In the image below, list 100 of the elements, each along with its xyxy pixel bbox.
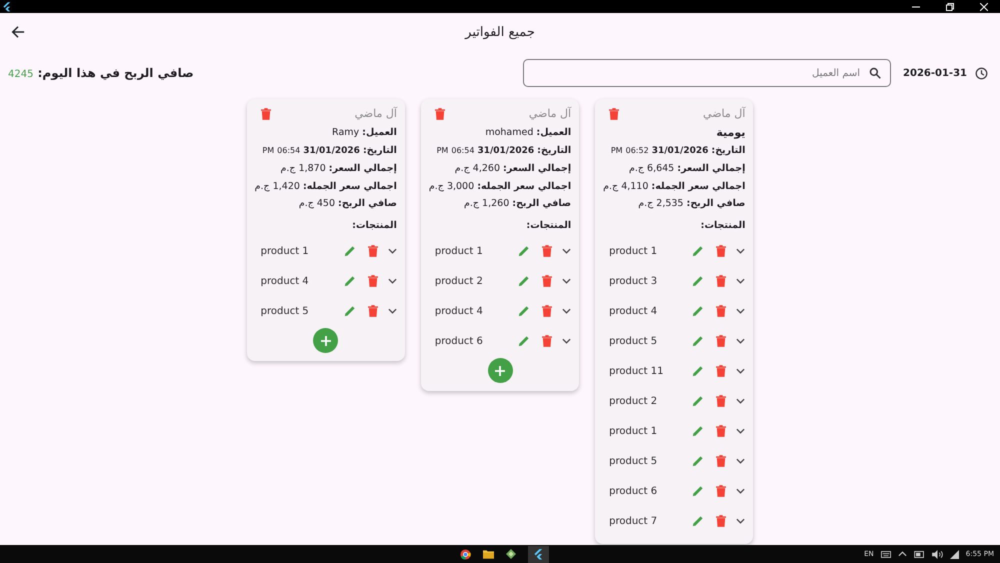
close-icon[interactable] — [980, 2, 988, 10]
shop-name: آل ماضي — [354, 107, 397, 120]
wholesale-price-text: اجمالي سعر الجمله: 1,420 ج.م — [254, 180, 397, 194]
delete-icon[interactable] — [716, 275, 726, 287]
customer-text: يومية — [716, 125, 746, 141]
chevron-down-icon[interactable] — [562, 338, 572, 344]
chevron-down-icon[interactable] — [736, 428, 746, 434]
delete-icon[interactable] — [260, 108, 271, 120]
chevron-down-icon[interactable] — [736, 338, 746, 344]
product-name[interactable]: product 5 — [609, 456, 658, 466]
pencil-icon[interactable] — [518, 335, 530, 347]
add-product-button[interactable] — [313, 328, 338, 353]
keyboard-icon[interactable] — [880, 550, 891, 558]
product-name[interactable]: product 1 — [609, 426, 658, 436]
chevron-down-icon[interactable] — [388, 278, 397, 284]
wholesale-price-text: اجمالي سعر الجمله: 3,000 ج.م — [428, 180, 572, 194]
product-name[interactable]: product 1 — [260, 246, 309, 256]
browser-icon[interactable] — [460, 548, 471, 560]
delete-icon[interactable] — [542, 245, 552, 257]
product-name[interactable]: product 4 — [609, 306, 658, 316]
delete-icon[interactable] — [716, 395, 726, 407]
delete-icon[interactable] — [542, 305, 552, 317]
pencil-icon[interactable] — [692, 515, 704, 527]
chevron-down-icon[interactable] — [736, 368, 746, 374]
profit-text: صافي الربح: 450 ج.م — [298, 197, 397, 211]
chevron-up-icon[interactable] — [898, 551, 907, 557]
delete-icon[interactable] — [609, 108, 620, 120]
total-price-text: إجمالي السعر: 1,870 ج.م — [280, 162, 397, 176]
chevron-down-icon[interactable] — [736, 248, 746, 254]
battery-icon[interactable] — [914, 550, 925, 558]
delete-icon[interactable] — [716, 245, 726, 257]
delete-icon[interactable] — [716, 425, 726, 437]
pencil-icon[interactable] — [692, 305, 704, 317]
add-product-button[interactable] — [488, 358, 513, 383]
chevron-down-icon[interactable] — [562, 248, 572, 254]
pencil-icon[interactable] — [518, 305, 530, 317]
pencil-icon[interactable] — [692, 335, 704, 347]
restore-icon[interactable] — [946, 2, 954, 10]
pencil-icon[interactable] — [692, 485, 704, 497]
chevron-down-icon[interactable] — [736, 398, 746, 404]
app-logo-icon[interactable] — [534, 548, 543, 560]
pencil-icon[interactable] — [344, 275, 356, 287]
date-label: 2026-01-31 — [903, 68, 967, 78]
pencil-icon[interactable] — [692, 395, 704, 407]
delete-icon[interactable] — [542, 335, 552, 347]
speaker-icon[interactable] — [932, 550, 943, 558]
product-name[interactable]: product 1 — [609, 246, 658, 256]
chevron-down-icon[interactable] — [388, 308, 397, 314]
delete-icon[interactable] — [368, 305, 378, 317]
pencil-icon[interactable] — [692, 275, 704, 287]
product-name[interactable]: product 6 — [609, 486, 658, 496]
product-name[interactable]: product 7 — [609, 516, 658, 526]
pencil-icon[interactable] — [692, 245, 704, 257]
plus-icon — [495, 366, 506, 376]
delete-icon[interactable] — [434, 108, 445, 120]
product-name[interactable]: product 1 — [434, 246, 483, 256]
search-field[interactable]: اسم العميل — [523, 59, 892, 87]
delete-icon[interactable] — [716, 305, 726, 317]
profit-text: صافي الربح: 2,535 ج.م — [638, 197, 746, 211]
pencil-icon[interactable] — [344, 245, 356, 257]
product-name[interactable]: product 11 — [609, 366, 664, 376]
product-name[interactable]: product 5 — [609, 336, 658, 346]
chevron-down-icon[interactable] — [736, 278, 746, 284]
chevron-down-icon[interactable] — [562, 278, 572, 284]
pencil-icon[interactable] — [692, 455, 704, 467]
delete-icon[interactable] — [542, 275, 552, 287]
pencil-icon[interactable] — [692, 365, 704, 377]
chevron-down-icon[interactable] — [736, 488, 746, 494]
chevron-down-icon[interactable] — [736, 458, 746, 464]
product-name[interactable]: product 4 — [260, 276, 309, 286]
pencil-icon[interactable] — [518, 245, 530, 257]
folder-icon[interactable] — [483, 549, 494, 559]
product-name[interactable]: product 2 — [434, 276, 483, 286]
chevron-down-icon[interactable] — [388, 248, 397, 254]
pencil-icon[interactable] — [518, 275, 530, 287]
plus-icon — [320, 336, 331, 346]
delete-icon[interactable] — [716, 485, 726, 497]
delete-icon[interactable] — [368, 245, 378, 257]
product-name[interactable]: product 2 — [609, 396, 658, 406]
back-arrow-icon[interactable] — [11, 25, 25, 39]
total-price-text: إجمالي السعر: 4,260 ج.م — [454, 162, 572, 176]
chevron-down-icon[interactable] — [562, 308, 572, 314]
product-name[interactable]: product 5 — [260, 306, 309, 316]
chevron-down-icon[interactable] — [736, 308, 746, 314]
delete-icon[interactable] — [716, 335, 726, 347]
pencil-icon[interactable] — [692, 425, 704, 437]
delete-icon[interactable] — [368, 275, 378, 287]
product-name[interactable]: product 6 — [434, 336, 483, 346]
pencil-icon[interactable] — [344, 305, 356, 317]
total-price-text: إجمالي السعر: 6,645 ج.م — [628, 162, 746, 176]
search-icon — [869, 67, 882, 79]
diamond-icon[interactable] — [506, 549, 516, 559]
chevron-down-icon[interactable] — [736, 518, 746, 524]
page-title: جميع الفواتير — [465, 24, 535, 40]
profit-text: صافي الربح: 1,260 ج.م — [464, 197, 572, 211]
product-name[interactable]: product 4 — [434, 306, 483, 316]
delete-icon[interactable] — [716, 515, 726, 527]
delete-icon[interactable] — [716, 365, 726, 377]
delete-icon[interactable] — [716, 455, 726, 467]
product-name[interactable]: product 3 — [609, 276, 658, 286]
